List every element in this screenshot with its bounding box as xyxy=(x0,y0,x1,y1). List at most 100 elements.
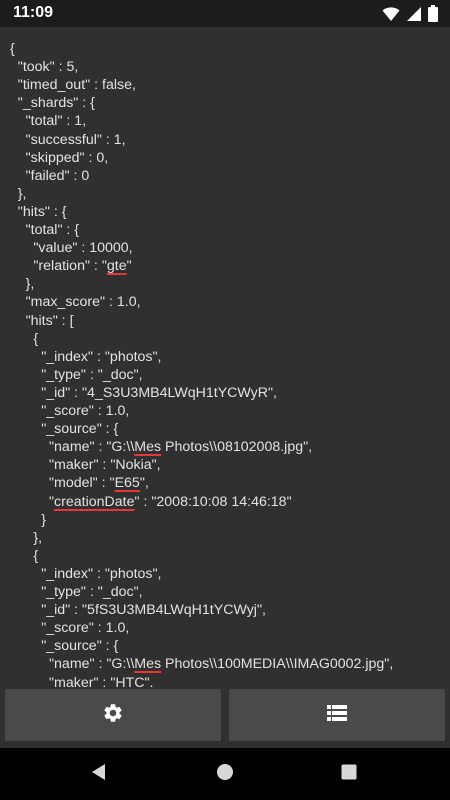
json-line: "_type" : "_doc", xyxy=(41,366,142,384)
json-text: "maker" : "Nokia", xyxy=(49,457,161,474)
recents-square-icon xyxy=(341,764,357,785)
json-line: "_index" : "photos", xyxy=(41,348,161,366)
wifi-icon xyxy=(382,6,400,22)
json-text: Photos\\100MEDIA\\IMAG0002.jpg", xyxy=(161,656,394,673)
json-line: "relation" : "gte" xyxy=(33,257,131,275)
json-line: "name" : "G:\\Mes Photos\\100MEDIA\\IMAG… xyxy=(49,655,393,673)
back-button[interactable] xyxy=(87,762,111,786)
json-text: " xyxy=(126,258,132,275)
spellcheck-word: Mes xyxy=(134,656,162,673)
json-line: "total" : 1, xyxy=(26,112,87,130)
json-line: "_source" : { xyxy=(41,420,118,438)
json-text: "hits" : [ xyxy=(25,312,74,329)
json-text: "_source" : { xyxy=(41,638,119,655)
json-text: "_score" : 1.0, xyxy=(41,403,130,419)
list-icon xyxy=(327,704,347,727)
json-text: "_type" : "_doc", xyxy=(41,584,143,600)
json-text: }, xyxy=(17,185,27,202)
json-text: "total" : { xyxy=(25,222,80,238)
json-line: "model" : "E65", xyxy=(49,474,149,492)
settings-button[interactable] xyxy=(5,689,221,741)
json-line: "creationDate" : "2008:10:08 14:46:18" xyxy=(49,493,292,511)
home-circle-icon xyxy=(216,763,234,786)
json-line: "name" : "G:\\Mes Photos\\08102008.jpg", xyxy=(49,438,312,456)
json-response-view[interactable]: {"took" : 5, "timed_out" : false, "_shards… xyxy=(0,27,450,687)
status-icons xyxy=(382,5,438,22)
spellcheck-word: creationDate xyxy=(54,493,135,510)
json-line: { xyxy=(33,547,38,565)
json-text: "_id" : "4_S3U3MB4LWqH1tYCWyR", xyxy=(41,384,277,401)
json-line: "_score" : 1.0, xyxy=(41,402,129,420)
json-line: "skipped" : 0, xyxy=(26,149,109,167)
json-line: "value" : 10000, xyxy=(33,239,132,257)
status-bar: 11:09 xyxy=(0,0,450,27)
json-text: }, xyxy=(33,529,43,546)
json-text: "_shards" : { xyxy=(17,95,95,112)
json-text: Photos\\08102008.jpg", xyxy=(161,439,313,456)
json-line: "_type" : "_doc", xyxy=(41,583,142,601)
json-text: "max_score" : 1.0, xyxy=(25,294,141,311)
back-triangle-icon xyxy=(90,763,108,786)
json-text: "hits" : { xyxy=(17,203,67,220)
json-text: "model" : " xyxy=(49,475,115,492)
json-text: "timed_out" : false, xyxy=(17,77,136,94)
json-line: "_score" : 1.0, xyxy=(41,619,129,637)
spellcheck-word: gte xyxy=(106,258,127,275)
json-text: }, xyxy=(25,276,35,293)
gear-icon xyxy=(102,702,124,729)
json-text: "value" : 10000, xyxy=(33,240,133,257)
recents-button[interactable] xyxy=(337,762,361,786)
json-text: " : "2008:10:08 14:46:18" xyxy=(134,493,292,510)
json-text: "name" : "G:\\ xyxy=(49,439,135,456)
json-text: "_index" : "photos", xyxy=(41,565,162,582)
json-line: "_shards" : { xyxy=(18,94,95,112)
json-text: "failed" : 0 xyxy=(25,167,90,184)
json-text: "skipped" : 0, xyxy=(25,149,109,166)
json-text: "name" : "G:\\ xyxy=(49,656,135,673)
json-line: "timed_out" : false, xyxy=(18,76,136,94)
json-line: { xyxy=(33,330,38,348)
json-line: "maker" : "HTC", xyxy=(49,674,154,688)
json-line: "_source" : { xyxy=(41,637,118,655)
json-text: { xyxy=(33,330,39,347)
json-line: "total" : { xyxy=(26,221,79,239)
battery-icon xyxy=(428,5,438,22)
json-line: "_index" : "photos", xyxy=(41,565,161,583)
home-button[interactable] xyxy=(213,762,237,786)
bottom-button-bar xyxy=(0,687,450,747)
json-text: "_type" : "_doc", xyxy=(41,366,143,383)
json-line: } xyxy=(41,511,46,529)
json-text: "_index" : "photos", xyxy=(41,348,162,365)
json-text: "took" : 5, xyxy=(17,59,79,76)
json-text: { xyxy=(10,41,15,57)
json-line: "hits" : [ xyxy=(26,312,74,330)
json-line: "maker" : "Nokia", xyxy=(49,456,161,474)
json-line: "hits" : { xyxy=(18,203,67,221)
json-line: "took" : 5, xyxy=(18,58,79,76)
json-text: "successful" : 1, xyxy=(25,131,126,148)
json-line: "_id" : "4_S3U3MB4LWqH1tYCWyR", xyxy=(41,384,277,402)
json-text: } xyxy=(41,511,46,528)
json-text: { xyxy=(33,547,39,564)
spellcheck-word: E65 xyxy=(114,475,140,492)
json-text: "_source" : { xyxy=(41,421,119,438)
json-text: "_id" : "5fS3U3MB4LWqH1tYCWyj", xyxy=(41,602,266,619)
json-line: "successful" : 1, xyxy=(26,131,126,149)
signal-icon xyxy=(406,6,422,22)
list-view-button[interactable] xyxy=(229,689,445,741)
json-text: "_score" : 1.0, xyxy=(41,620,130,637)
json-line: }, xyxy=(33,529,42,547)
json-line: { xyxy=(10,40,15,58)
status-time: 11:09 xyxy=(13,4,54,21)
json-text: "relation" : " xyxy=(33,258,107,275)
json-text: ", xyxy=(139,475,149,492)
json-line: "_id" : "5fS3U3MB4LWqH1tYCWyj", xyxy=(41,601,266,619)
spellcheck-word: Mes xyxy=(134,439,162,456)
json-line: "failed" : 0 xyxy=(26,167,90,185)
json-line: "max_score" : 1.0, xyxy=(26,293,141,311)
json-line: }, xyxy=(26,275,35,293)
json-text: "maker" : "HTC", xyxy=(49,674,154,688)
json-line: }, xyxy=(18,185,27,203)
json-text: "total" : 1, xyxy=(25,113,87,130)
navigation-bar xyxy=(0,748,450,800)
